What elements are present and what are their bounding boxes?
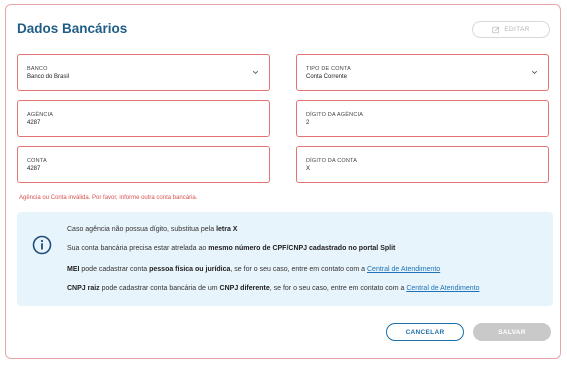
edit-button[interactable]: EDITAR — [472, 21, 550, 38]
info-bold: CNPJ raiz — [67, 285, 100, 292]
account-label: CONTA — [27, 158, 47, 164]
info-text: pode cadastrar conta — [79, 266, 150, 273]
info-panel: Caso agência não possua dígito, substitu… — [17, 212, 553, 306]
info-line-cpf: Sua conta bancária precisa estar atrelad… — [67, 245, 395, 252]
validation-error: Agência ou Conta inválida. Por favor, in… — [19, 195, 198, 201]
edit-icon — [492, 26, 500, 33]
page-title: Dados Bancários — [17, 21, 128, 36]
info-text: , se for o seu caso, entre em contato co… — [230, 266, 367, 273]
info-bold: pessoa física ou jurídica — [149, 266, 231, 273]
cancel-button[interactable]: CANCELAR — [386, 323, 464, 341]
info-line-cnpj: CNPJ raiz pode cadastrar conta bancária … — [67, 285, 479, 292]
info-text: pode cadastrar conta bancária de um — [99, 285, 220, 292]
info-bold: mesmo número de CPF/CNPJ cadastrado no p… — [208, 245, 396, 252]
chevron-down-icon — [531, 70, 538, 75]
chevron-down-icon — [252, 70, 259, 75]
account-type-select[interactable]: TIPO DE CONTA Conta Corrente — [296, 54, 549, 91]
info-bold: letra X — [216, 226, 238, 233]
info-text: Sua conta bancária precisa estar atrelad… — [67, 245, 209, 252]
account-digit-label: DÍGITO DA CONTA — [306, 158, 358, 164]
agency-label: AGÊNCIA — [27, 112, 54, 118]
account-digit-value: X — [306, 166, 311, 172]
bank-label: BANCO — [27, 66, 48, 72]
bank-value: Banco do Brasil — [27, 74, 70, 80]
bank-details-card: Dados Bancários EDITAR BANCO Banco do Br… — [5, 4, 561, 359]
bank-select[interactable]: BANCO Banco do Brasil — [17, 54, 270, 91]
account-type-label: TIPO DE CONTA — [306, 66, 351, 72]
save-button[interactable]: SALVAR — [473, 323, 551, 341]
support-center-link[interactable]: Central de Atendimento — [406, 285, 479, 292]
info-text: , se for o seu caso, entre em contato co… — [269, 285, 407, 292]
agency-digit-field[interactable]: DÍGITO DA AGÊNCIA 2 — [296, 100, 549, 137]
info-line-digit: Caso agência não possua dígito, substitu… — [67, 226, 237, 233]
account-value: 4287 — [27, 166, 41, 172]
edit-button-label: EDITAR — [504, 26, 530, 33]
info-icon — [32, 235, 52, 255]
account-field[interactable]: CONTA 4287 — [17, 146, 270, 183]
support-center-link[interactable]: Central de Atendimento — [367, 266, 440, 273]
agency-value: 4287 — [27, 120, 41, 126]
account-digit-field[interactable]: DÍGITO DA CONTA X — [296, 146, 549, 183]
agency-digit-value: 2 — [306, 120, 310, 126]
info-text: Caso agência não possua dígito, substitu… — [67, 226, 217, 233]
agency-field[interactable]: AGÊNCIA 4287 — [17, 100, 270, 137]
info-line-mei: MEI pode cadastrar conta pessoa física o… — [67, 266, 440, 273]
info-bold: MEI — [67, 266, 80, 273]
info-bold: CNPJ diferente — [219, 285, 270, 292]
account-type-value: Conta Corrente — [306, 74, 348, 80]
agency-digit-label: DÍGITO DA AGÊNCIA — [306, 112, 364, 118]
